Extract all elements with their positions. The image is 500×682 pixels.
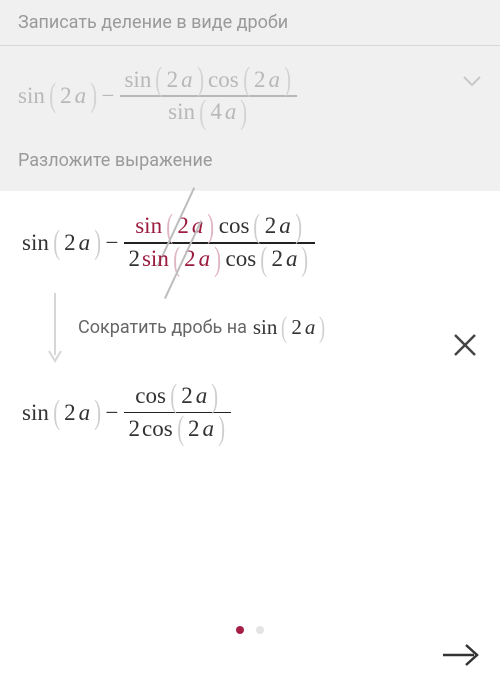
result-expression: sin (2a) − cos (2a) 2 cos (2a) (22, 381, 478, 445)
explanation-row: Сократить дробь на sin (2a) (48, 293, 478, 363)
pagination-dots[interactable] (0, 619, 500, 638)
arrow-down-icon (48, 293, 62, 363)
previous-step-panel: Записать деление в виде дроби sin (2a) −… (0, 0, 500, 191)
step-title-1: Записать деление в виде дроби (18, 12, 482, 33)
chevron-down-icon[interactable] (462, 72, 482, 84)
dot-active[interactable] (236, 626, 244, 634)
expanded-expression: sin (2a) − sin (2a) cos (2a) 2 sin (2a) (22, 211, 478, 275)
detail-panel: sin (2a) − sin (2a) cos (2a) 2 sin (2a) (0, 191, 500, 455)
divider (0, 45, 500, 46)
dot-inactive[interactable] (256, 626, 264, 634)
expression-sin2a-minus-frac: sin (2a) − sin (2a) cos (2a) sin (4a) (18, 64, 301, 128)
cancelled-term-denominator: sin (2a) (142, 246, 224, 273)
next-arrow-icon[interactable] (440, 640, 480, 670)
explanation-text: Сократить дробь на sin (2a) (78, 315, 327, 340)
collapsed-expression-row[interactable]: sin (2a) − sin (2a) cos (2a) sin (4a) (18, 64, 482, 128)
cancelled-term-numerator: sin (2a) (135, 213, 217, 240)
close-icon[interactable] (450, 330, 480, 360)
step-title-2: Разложите выражение (18, 150, 482, 171)
